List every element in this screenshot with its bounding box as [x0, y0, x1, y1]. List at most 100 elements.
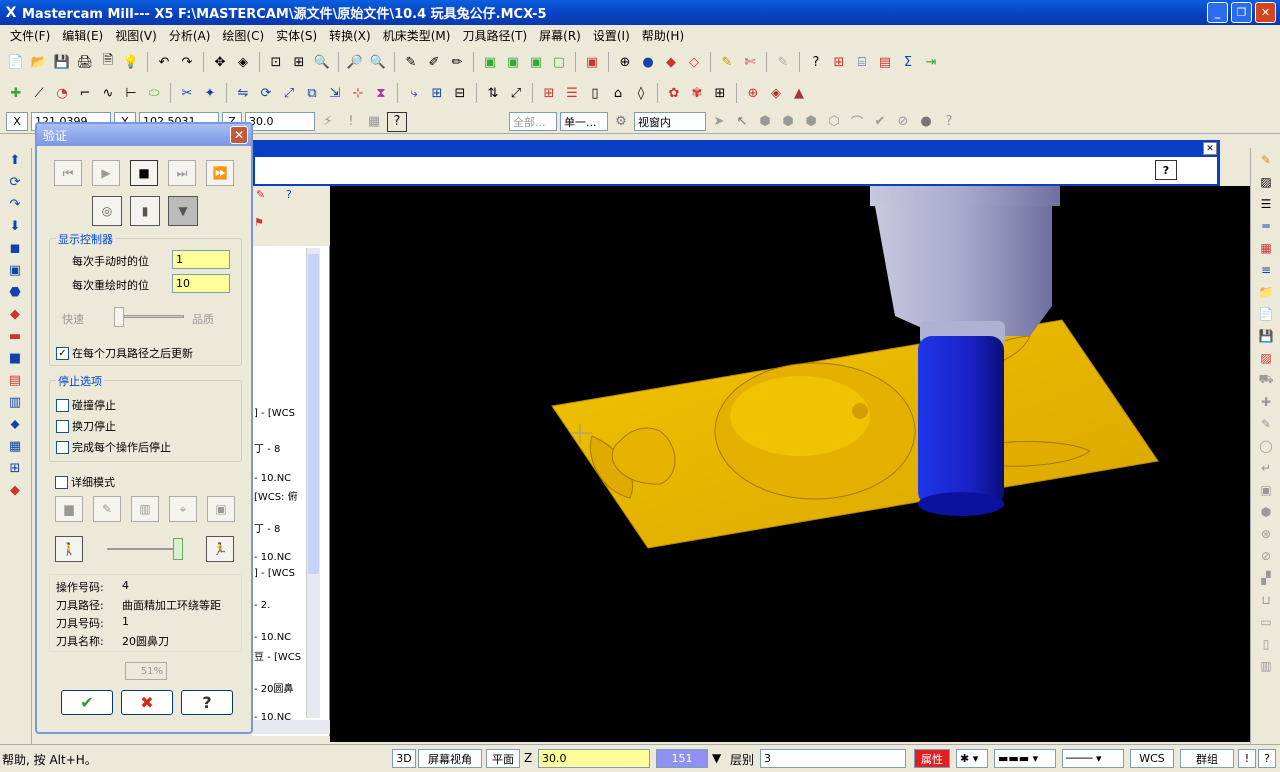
status-groups-button[interactable]: 群组	[1180, 749, 1234, 768]
translate-icon[interactable]: ⇲	[325, 83, 345, 103]
fast-point-icon[interactable]: ⚡	[318, 112, 338, 132]
settings-icon[interactable]: ▦	[364, 112, 384, 132]
redraw-step-input[interactable]: 10	[172, 274, 230, 293]
hex-icon-2[interactable]: ⬢	[778, 112, 798, 132]
speed-slider-thumb[interactable]	[173, 538, 183, 560]
dimension-icon[interactable]: ⊢	[121, 83, 141, 103]
menu-help[interactable]: 帮助(H)	[636, 27, 690, 44]
new-file-icon[interactable]: 📄	[6, 52, 26, 72]
panel-icon[interactable]: ▦	[3, 436, 27, 456]
stop-collision-box[interactable]	[56, 398, 69, 412]
arrow-select-icon[interactable]: ➤	[709, 112, 729, 132]
status-line-style-select[interactable]: ▬▬▬ ▾	[994, 749, 1056, 768]
status-alert-button[interactable]: !	[1238, 749, 1256, 768]
ops-flag-icon[interactable]: ⚑	[254, 216, 264, 229]
menu-screen[interactable]: 屏幕(R)	[533, 27, 587, 44]
cursor-icon[interactable]: ↖	[732, 112, 752, 132]
align-icon[interactable]: ≡	[1255, 260, 1277, 280]
diamond-icon[interactable]: ◊	[631, 83, 651, 103]
redo-icon[interactable]: ↷	[177, 52, 197, 72]
op-line[interactable]: 豆 - [WCS	[254, 648, 301, 663]
curve-icon[interactable]: ↷	[3, 194, 27, 214]
help-button[interactable]: ?	[181, 690, 233, 715]
spline-icon[interactable]: ∿	[98, 83, 118, 103]
status-screen-view-button[interactable]: 屏幕视角	[418, 749, 482, 768]
layers-icon[interactable]: ▤	[3, 370, 27, 390]
zoom-out-icon[interactable]: 🔎	[345, 52, 365, 72]
status-color-button[interactable]: 151	[656, 749, 708, 768]
close-button[interactable]: ✕	[1255, 2, 1276, 23]
target-icon[interactable]: ⊕	[743, 83, 763, 103]
minimize-button[interactable]: _	[1207, 2, 1228, 23]
line-icon[interactable]: ⟋	[29, 83, 49, 103]
status-layer-field[interactable]: 3	[760, 749, 906, 768]
gray-tool-1-icon[interactable]: ⛟	[1255, 370, 1277, 390]
disk-icon[interactable]: 💾	[1255, 326, 1277, 346]
gear-icon[interactable]: ⚙	[611, 112, 631, 132]
pen-icon[interactable]: ✎	[401, 52, 421, 72]
menu-view[interactable]: 视图(V)	[109, 27, 163, 44]
trim-icon[interactable]: ✂	[177, 83, 197, 103]
ruler-icon[interactable]: ✎	[717, 52, 737, 72]
ops-pencil-icon[interactable]: ✎	[256, 188, 265, 201]
op-line[interactable]: - 10.NC	[254, 552, 291, 563]
check-icon[interactable]: ✔	[870, 112, 890, 132]
ops-scroll-thumb[interactable]	[308, 254, 319, 574]
menu-file[interactable]: 文件(F)	[4, 27, 56, 44]
op-line[interactable]: ] - [WCS	[254, 408, 295, 419]
gray-tool-6-icon[interactable]: ▣	[1255, 480, 1277, 500]
menu-create[interactable]: 绘图(C)	[216, 27, 270, 44]
status-wcs-button[interactable]: WCS	[1130, 749, 1174, 768]
info-bar-help-icon[interactable]: ?	[1155, 160, 1177, 180]
cube-iso-icon[interactable]: ▢	[549, 52, 569, 72]
sort-icon[interactable]: ⇅	[483, 83, 503, 103]
op-line[interactable]: - 20圆鼻	[254, 680, 294, 695]
rotate-icon[interactable]: ⟳	[256, 83, 276, 103]
detail-mode-box[interactable]	[55, 475, 68, 489]
line-style-icon[interactable]: ═	[1255, 216, 1277, 236]
cylinder-icon[interactable]: ⬭	[144, 83, 164, 103]
status-plane-button[interactable]: 平面	[486, 749, 520, 768]
folder-icon[interactable]: 📁	[1255, 282, 1277, 302]
speed-quality-slider-thumb[interactable]	[114, 307, 124, 327]
stop-toolchange-checkbox[interactable]: 换刀停止	[56, 418, 116, 434]
op-line[interactable]: [WCS: 俯	[254, 488, 298, 503]
rewind-button[interactable]: ⏮	[54, 160, 82, 186]
op-line[interactable]: 丁 - 8	[254, 440, 280, 455]
gray-tool-12-icon[interactable]: ▭	[1255, 612, 1277, 632]
maximize-button[interactable]: ❐	[1231, 2, 1252, 23]
help-select-icon[interactable]: ?	[939, 112, 959, 132]
cube-top-icon[interactable]: ▣	[480, 52, 500, 72]
grid-view-icon[interactable]: ⊞	[3, 458, 27, 478]
surface-icon[interactable]: ✿	[664, 83, 684, 103]
stretch-icon[interactable]: ⧗	[371, 83, 391, 103]
help-icon[interactable]: ?	[387, 111, 407, 132]
view-mode-select[interactable]: 视窗内	[634, 112, 706, 131]
nesting-icon[interactable]: ⊟	[450, 83, 470, 103]
shell-icon[interactable]: ⬣	[3, 282, 27, 302]
layer-up-icon[interactable]: ☰	[1255, 194, 1277, 214]
open-file-icon[interactable]: 📂	[29, 52, 49, 72]
menu-machine-type[interactable]: 机床类型(M)	[377, 27, 457, 44]
circle-select-icon[interactable]: ●	[916, 112, 936, 132]
highlighter-icon[interactable]: ✎	[1255, 150, 1277, 170]
page-icon[interactable]: 📄	[1255, 304, 1277, 324]
ops-hscrollbar[interactable]	[252, 720, 330, 734]
gray-tool-7-icon[interactable]: ⬢	[1255, 502, 1277, 522]
run-add-in-icon[interactable]: ⇥	[921, 52, 941, 72]
red-solid-icon[interactable]: ◆	[3, 480, 27, 500]
offset-icon[interactable]: ⧉	[302, 83, 322, 103]
menu-toolpaths[interactable]: 刀具路径(T)	[456, 27, 533, 44]
save-icon[interactable]: 💾	[52, 52, 72, 72]
grid-icon[interactable]: ⊞	[829, 52, 849, 72]
zoom-window-icon[interactable]: ⊡	[266, 52, 286, 72]
gray-tool-11-icon[interactable]: ⊔	[1255, 590, 1277, 610]
undo-icon[interactable]: ↶	[154, 52, 174, 72]
stop-each-op-checkbox[interactable]: 完成每个操作后停止	[56, 439, 171, 455]
view-cube-icon[interactable]: ▣	[582, 52, 602, 72]
z-coordinate-field[interactable]: 30.0	[245, 112, 315, 131]
gray-tool-8-icon[interactable]: ⊛	[1255, 524, 1277, 544]
drop-icon[interactable]: ⬥	[3, 414, 27, 434]
gray-tool-13-icon[interactable]: ▯	[1255, 634, 1277, 654]
list-icon[interactable]: ☰	[562, 83, 582, 103]
